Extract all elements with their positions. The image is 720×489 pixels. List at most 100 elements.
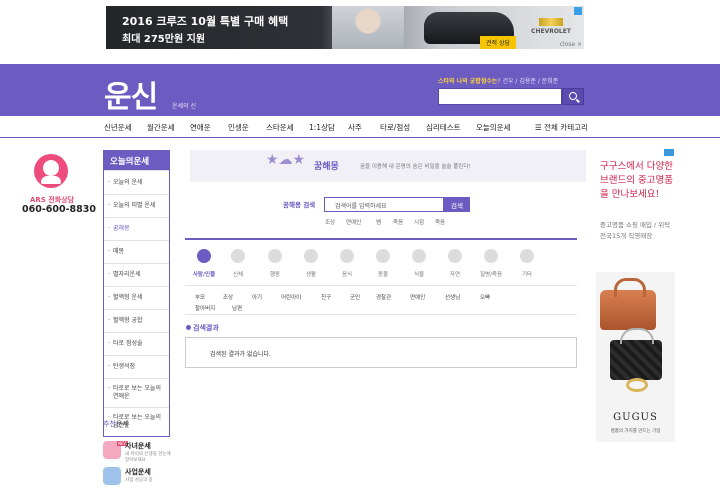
sidebar-list: 오늘의 운세 오늘의 띠별 운세 꿈해몽 매몽 별자리운세 혈액형 운세 혈액형…	[103, 170, 170, 437]
sub-keyword[interactable]: 조상	[223, 293, 233, 301]
sidebar-item[interactable]: 별자리운세	[104, 263, 169, 286]
top-banner-ad[interactable]: 2016 크루즈 10월 특별 구매 혜택 최대 275만원 지원 견적 상담 …	[106, 6, 584, 49]
nav-item[interactable]: 1:1상담	[309, 122, 335, 133]
ad-close-button[interactable]: close ×	[560, 41, 582, 48]
nav-item[interactable]: 인생운	[228, 122, 249, 133]
nav-item[interactable]: 스타운세	[266, 122, 294, 133]
adchoices-icon[interactable]	[664, 149, 674, 156]
sub-keyword[interactable]: 어린아이	[281, 293, 301, 301]
adchoices-icon[interactable]	[574, 7, 582, 15]
ad-cta-button[interactable]: 견적 상담	[480, 36, 516, 49]
handbag-image	[600, 278, 656, 330]
medical-cross-icon	[484, 249, 498, 263]
nav-item[interactable]: 오늘의운세	[476, 122, 511, 133]
sub-keyword[interactable]: 남편	[232, 304, 242, 312]
owl-icon	[376, 249, 390, 263]
right-ad-headline: 구구스에서 다양한 브랜드의 중고명품을 만나보세요!	[600, 161, 673, 200]
sub-keyword[interactable]: 오빠	[480, 293, 490, 301]
ars-phone-number[interactable]: 060-600-8830	[22, 204, 96, 215]
mountain-icon	[448, 249, 462, 263]
dream-banner-title: 꿈해몽	[314, 162, 339, 172]
sub-keyword[interactable]: 경찰관	[376, 293, 391, 301]
sub-keyword[interactable]: 친구	[321, 293, 331, 301]
right-ad-image[interactable]: GUGUS 명품의 가치를 만드는 기업	[596, 272, 675, 442]
tab-etc[interactable]: 기타	[511, 242, 543, 282]
tab-illness[interactable]: 질병/죽음	[475, 242, 507, 282]
main-nav: 신년운세 월간운세 연애운 인생운 스타운세 1:1상담 사주 타로/점성 심리…	[0, 117, 720, 138]
tab-life[interactable]: 생활	[295, 242, 327, 282]
nav-item[interactable]: 연애운	[190, 122, 211, 133]
headset-icon	[34, 154, 68, 188]
tab-people[interactable]: 사람/인물	[188, 242, 220, 282]
sub-keyword[interactable]: 연예인	[410, 293, 425, 301]
sidebar-item[interactable]: 오늘의 운세	[104, 170, 169, 194]
sidebar-item-active[interactable]: 꿈해몽	[104, 217, 169, 240]
lungs-icon	[231, 249, 245, 263]
bowtie-icon	[539, 18, 563, 26]
sidebar-item[interactable]: 타로 점성술	[104, 332, 169, 355]
tab-body[interactable]: 신체	[222, 242, 254, 282]
nav-item[interactable]: 신년운세	[104, 122, 132, 133]
ad-model-image	[332, 6, 404, 49]
gugus-tagline: 명품의 가치를 만드는 기업	[610, 429, 661, 434]
category-divider	[185, 238, 577, 240]
dream-banner: ★☁★ 꿈해몽 꿈을 이용해 내 운명의 숨은 비밀을 술술 풀린다!	[190, 150, 586, 182]
site-search-input[interactable]	[438, 88, 562, 105]
popular-keyword[interactable]: 죽음	[393, 218, 403, 226]
dream-search-label: 꿈해몽 검색	[283, 201, 316, 209]
running-icon	[268, 249, 282, 263]
popular-keyword[interactable]: 죽음	[435, 218, 445, 226]
nav-item[interactable]: 월간운세	[147, 122, 175, 133]
sub-keyword[interactable]: 할아버지	[195, 304, 215, 312]
hot-keywords[interactable]: 스타와 나의 궁합점수는? 건우 / 김용준 / 문희준	[438, 76, 558, 85]
recommended-name: 사업운세	[125, 468, 151, 476]
sidebar-item[interactable]: 혈액형 궁합	[104, 309, 169, 332]
sidebar-item[interactable]: 혈액형 운세	[104, 286, 169, 309]
result-title: 검색결과	[186, 323, 219, 333]
recommended-title: 추천운세	[103, 420, 129, 428]
sidebar-item[interactable]: 매몽	[104, 240, 169, 263]
popular-keyword[interactable]: 연예인	[346, 218, 361, 226]
person-icon	[197, 249, 211, 263]
ad-headline: 2016 크루즈 10월 특별 구매 혜택	[122, 15, 289, 28]
nav-item[interactable]: 심리테스트	[426, 122, 461, 133]
apple-icon	[340, 249, 354, 263]
site-search-button[interactable]	[562, 88, 584, 105]
chevrolet-logo: CHEVROLET	[526, 18, 576, 35]
popular-keyword[interactable]: 조상	[325, 218, 335, 226]
tab-food[interactable]: 음식	[331, 242, 363, 282]
dream-banner-desc: 꿈을 이용해 내 운명의 숨은 비밀을 술술 풀린다!	[360, 164, 471, 170]
recommended-desc: 사업 성공의 길	[125, 478, 153, 483]
sidebar-title: 오늘의운세	[103, 150, 170, 170]
dream-search-button[interactable]: 검색	[444, 197, 470, 212]
site-header: 운신 운세의 신 스타와 나의 궁합점수는? 건우 / 김용준 / 문희준	[0, 64, 720, 116]
sidebar-item[interactable]: 타로로 보는 오늘의 연애운	[104, 378, 169, 407]
sub-keyword[interactable]: 선생님	[445, 293, 460, 301]
nav-item[interactable]: 타로/점성	[380, 122, 410, 133]
star-cloud-icon: ★☁★	[266, 152, 306, 168]
tab-action[interactable]: 행동	[259, 242, 291, 282]
logo-tagline: 운세의 신	[172, 103, 196, 110]
tab-plant[interactable]: 식물	[403, 242, 435, 282]
site-logo[interactable]: 운신	[104, 72, 158, 116]
ad-subline: 최대 275만원 지원	[122, 34, 206, 45]
nav-item[interactable]: 사주	[348, 122, 362, 133]
bullet-icon	[186, 325, 191, 330]
sub-keyword[interactable]: 부모	[195, 293, 205, 301]
sidebar: 오늘의운세 오늘의 운세 오늘의 띠별 운세 꿈해몽 매몽 별자리운세 혈액형 …	[103, 150, 170, 437]
result-message: 검색된 결과가 없습니다.	[210, 351, 271, 358]
sub-keyword[interactable]: 아기	[252, 293, 262, 301]
popular-keyword[interactable]: 뱀	[376, 218, 381, 226]
dream-search-input[interactable]: 검색어를 입력하세요	[324, 197, 444, 212]
tab-nature[interactable]: 자연	[439, 242, 471, 282]
business-icon	[103, 467, 121, 485]
nav-all-categories[interactable]: ☰ 전체 카테고리	[535, 122, 588, 133]
recommended-item[interactable]: 사업운세 사업 성공의 길	[103, 467, 173, 489]
sidebar-item[interactable]: 오늘의 띠별 운세	[104, 194, 169, 217]
watch-image	[626, 378, 648, 392]
sidebar-item[interactable]: 탄생석점	[104, 355, 169, 378]
sub-keyword[interactable]: 군인	[350, 293, 360, 301]
recommended-item[interactable]: NEW 자녀운세 내 아이의 인생을 한눈에 알아보세요	[103, 441, 173, 463]
popular-keyword[interactable]: 시험	[414, 218, 424, 226]
tab-animal[interactable]: 동물	[367, 242, 399, 282]
